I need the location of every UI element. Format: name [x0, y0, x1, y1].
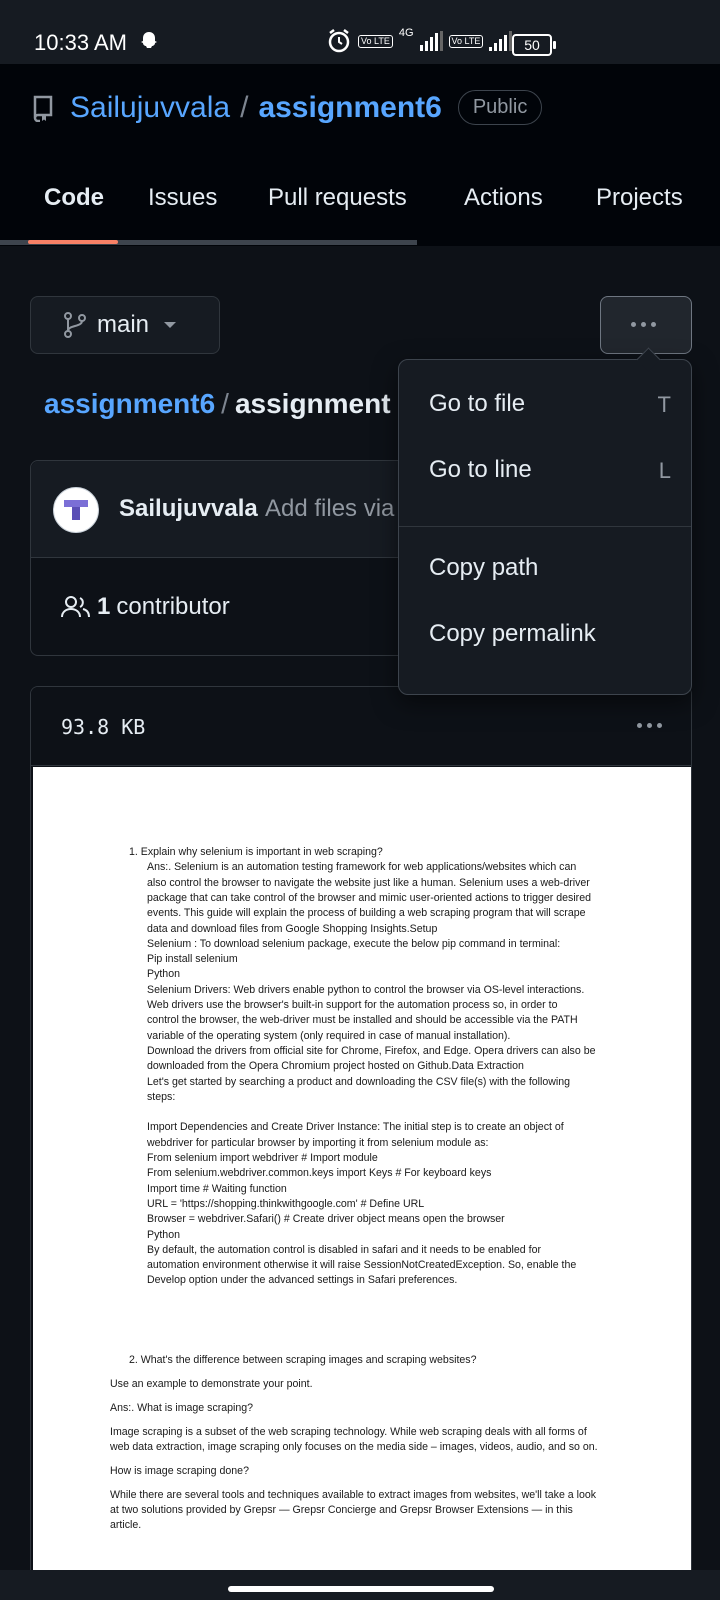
doc-line: Develop option under the advanced settin… — [147, 1274, 458, 1287]
doc-line: downloaded from the Opera Chromium proje… — [147, 1060, 524, 1073]
doc-paragraph: at two solutions provided by Grepsr — Gr… — [110, 1504, 573, 1516]
doc-paragraph: While there are several tools and techni… — [110, 1489, 597, 1501]
doc-line: Web drivers use the browser's built-in s… — [147, 999, 558, 1011]
doc-paragraph: article. — [110, 1519, 142, 1531]
doc-paragraph: Image scraping is a subset of the web sc… — [110, 1426, 587, 1438]
branch-name: main — [97, 311, 150, 338]
alarm-icon — [328, 29, 350, 53]
doc-line: Let's get started by searching a product… — [147, 1075, 571, 1088]
doc-line: control the browser, the web-driver must… — [147, 1014, 578, 1027]
doc-line: Pip install selenium — [147, 953, 238, 966]
doc-line: URL = 'https://shopping.thinkwithgoogle.… — [147, 1197, 425, 1210]
file-kebab-icon[interactable] — [637, 723, 662, 728]
menu-go-to-line[interactable]: Go to line — [429, 456, 532, 484]
network-type: 4G — [398, 27, 414, 39]
shortcut-key: T — [657, 392, 671, 417]
signal-icon-2 — [489, 31, 513, 51]
repo-header: Sailujuvvala / assignment6 Public Code I… — [0, 64, 720, 246]
doc-line: Import Dependencies and Create Driver In… — [147, 1121, 564, 1134]
shortcut-key: L — [658, 458, 671, 483]
doc-line: By default, the automation control is di… — [147, 1243, 541, 1256]
doc-line: Ans:. Selenium is an automation testing … — [147, 861, 577, 874]
snapchat-icon — [141, 32, 157, 48]
repo-name-link[interactable]: assignment6 — [258, 91, 441, 125]
active-tab-indicator — [28, 240, 118, 244]
doc-paragraph: web data extraction, image scraping only… — [110, 1441, 598, 1453]
chevron-down-icon — [164, 322, 177, 328]
status-bar: 10:33 AM Vo LTE 4G Vo LTE 50 — [0, 0, 720, 64]
repo-icon — [33, 95, 53, 122]
doc-line: variable of the operating system (only r… — [147, 1029, 511, 1042]
doc-line: 1. Explain why selenium is important in … — [129, 846, 383, 858]
tab-issues[interactable]: Issues — [148, 184, 217, 212]
doc-line: webdriver for particular browser by impo… — [147, 1136, 489, 1149]
breadcrumb-root-link[interactable]: assignment6 — [44, 388, 215, 419]
contributors-count: 1 — [97, 593, 111, 620]
doc-line: Import time # Waiting function — [147, 1182, 287, 1195]
tab-projects[interactable]: Projects — [596, 184, 683, 212]
menu-divider — [399, 526, 691, 527]
file-header: 93.8 KB — [31, 687, 691, 766]
doc-line: Python — [147, 968, 180, 981]
contributors-link[interactable]: 1 contributor — [61, 593, 230, 621]
document-preview: 1. Explain why selenium is important in … — [33, 767, 691, 1577]
contributors-label: contributor — [116, 593, 230, 620]
tab-actions[interactable]: Actions — [464, 184, 543, 212]
signal-icon — [419, 31, 443, 51]
menu-go-to-file[interactable]: Go to file — [429, 390, 525, 418]
branch-selector-button[interactable]: main — [30, 296, 220, 354]
more-options-menu: Go to file T Go to line L Copy path Copy… — [398, 359, 692, 695]
doc-heading: How is image scraping done? — [110, 1465, 249, 1477]
people-icon — [61, 596, 90, 618]
avatar[interactable] — [53, 487, 99, 533]
doc-question-2-sub: Use an example to demonstrate your point… — [110, 1378, 313, 1390]
doc-question-2: 2. What's the difference between scrapin… — [129, 1354, 477, 1366]
doc-line: automation environment otherwise it will… — [147, 1259, 577, 1272]
doc-line: package that can take control of the bro… — [147, 891, 591, 904]
status-icons: Vo LTE 4G Vo LTE — [326, 26, 513, 56]
breadcrumb: assignment6/assignment — [44, 388, 404, 420]
status-time: 10:33 AM — [34, 30, 127, 55]
doc-line: Download the drivers from official site … — [147, 1044, 596, 1057]
tab-code[interactable]: Code — [44, 184, 104, 212]
doc-line: events. This guide will explain the proc… — [147, 907, 586, 920]
doc-line: also control the browser to navigate the… — [147, 876, 590, 889]
doc-line: Selenium : To download selenium package,… — [147, 937, 561, 950]
breadcrumb-file: assignment — [234, 388, 391, 419]
doc-line: Python — [147, 1228, 180, 1241]
battery-icon: 50 — [512, 34, 556, 56]
file-size: 93.8 KB — [61, 715, 146, 739]
branch-icon — [64, 312, 86, 338]
repo-tabs: Code Issues Pull requests Actions Projec… — [0, 184, 720, 224]
tab-pull-requests[interactable]: Pull requests — [268, 184, 407, 212]
menu-copy-permalink[interactable]: Copy permalink — [429, 620, 596, 648]
doc-line: From selenium.webdriver.common.keys impo… — [147, 1167, 492, 1180]
repo-title: Sailujuvvala / assignment6 Public — [32, 90, 543, 125]
volte-icon-2: Vo LTE — [448, 34, 484, 48]
doc-line: steps: — [147, 1090, 176, 1103]
more-options-button[interactable] — [600, 296, 692, 354]
system-nav-bar — [0, 1570, 720, 1600]
home-indicator[interactable] — [228, 1586, 494, 1592]
kebab-icon — [631, 322, 656, 327]
doc-line: data and download files from Google Shop… — [147, 922, 438, 935]
visibility-badge: Public — [457, 90, 543, 125]
file-viewer: 93.8 KB 1. Explain why selenium is impor… — [30, 686, 692, 1578]
doc-answer-2: Ans:. What is image scraping? — [110, 1402, 254, 1414]
doc-line: Selenium Drivers: Web drivers enable pyt… — [147, 983, 585, 996]
repo-separator: / — [240, 90, 249, 124]
volte-icon: Vo LTE — [358, 34, 393, 48]
menu-copy-path[interactable]: Copy path — [429, 554, 538, 582]
breadcrumb-separator: / — [221, 388, 229, 419]
doc-line: Browser = webdriver.Safari() # Create dr… — [147, 1213, 505, 1226]
repo-owner-link[interactable]: Sailujuvvala — [70, 91, 230, 125]
commit-author-link[interactable]: Sailujuvvala — [119, 495, 258, 523]
doc-line: From selenium import webdriver # Import … — [147, 1152, 378, 1164]
